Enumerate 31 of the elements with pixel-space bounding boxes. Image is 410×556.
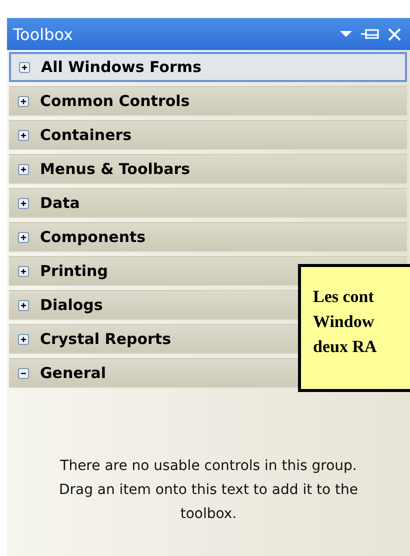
toolbox-group-header[interactable]: Menus & Toolbars bbox=[9, 154, 407, 184]
pin-icon[interactable] bbox=[360, 28, 380, 40]
window-title: Toolbox bbox=[13, 24, 74, 44]
plus-box-icon[interactable] bbox=[19, 62, 30, 72]
group-label: Data bbox=[40, 194, 80, 212]
toolbox-group-header[interactable]: Common Controls bbox=[9, 86, 407, 116]
plus-box-icon[interactable] bbox=[18, 300, 29, 310]
toolbox-group-header[interactable]: Containers bbox=[9, 120, 407, 150]
plus-box-icon[interactable] bbox=[18, 266, 29, 276]
empty-group-message: There are no usable controls in this group. Drag an item onto this text to add it to the toolbox. bbox=[58, 457, 360, 524]
plus-box-icon[interactable] bbox=[18, 198, 29, 208]
group-label: Crystal Reports bbox=[40, 330, 172, 348]
group-label: Common Controls bbox=[40, 92, 190, 110]
toolbox-group-header[interactable]: Data bbox=[9, 188, 407, 218]
group-label: Menus & Toolbars bbox=[40, 160, 190, 178]
close-icon[interactable] bbox=[387, 26, 402, 42]
plus-box-icon[interactable] bbox=[18, 164, 29, 174]
toolbox-group-header[interactable]: All Windows Forms bbox=[9, 52, 407, 82]
group-label: Components bbox=[40, 228, 146, 246]
plus-box-icon[interactable] bbox=[18, 232, 29, 242]
plus-box-icon[interactable] bbox=[18, 334, 29, 344]
plus-box-icon[interactable] bbox=[18, 130, 29, 140]
group-label: Dialogs bbox=[40, 296, 103, 314]
plus-box-icon[interactable] bbox=[18, 96, 29, 106]
group-label: Printing bbox=[40, 262, 108, 280]
group-label: Containers bbox=[40, 126, 132, 144]
group-label: All Windows Forms bbox=[41, 58, 202, 76]
dropdown-arrow-icon[interactable] bbox=[339, 30, 353, 38]
toolbox-group-header[interactable]: Components bbox=[9, 222, 407, 252]
minus-box-icon[interactable] bbox=[18, 368, 29, 378]
group-label: General bbox=[40, 364, 106, 382]
